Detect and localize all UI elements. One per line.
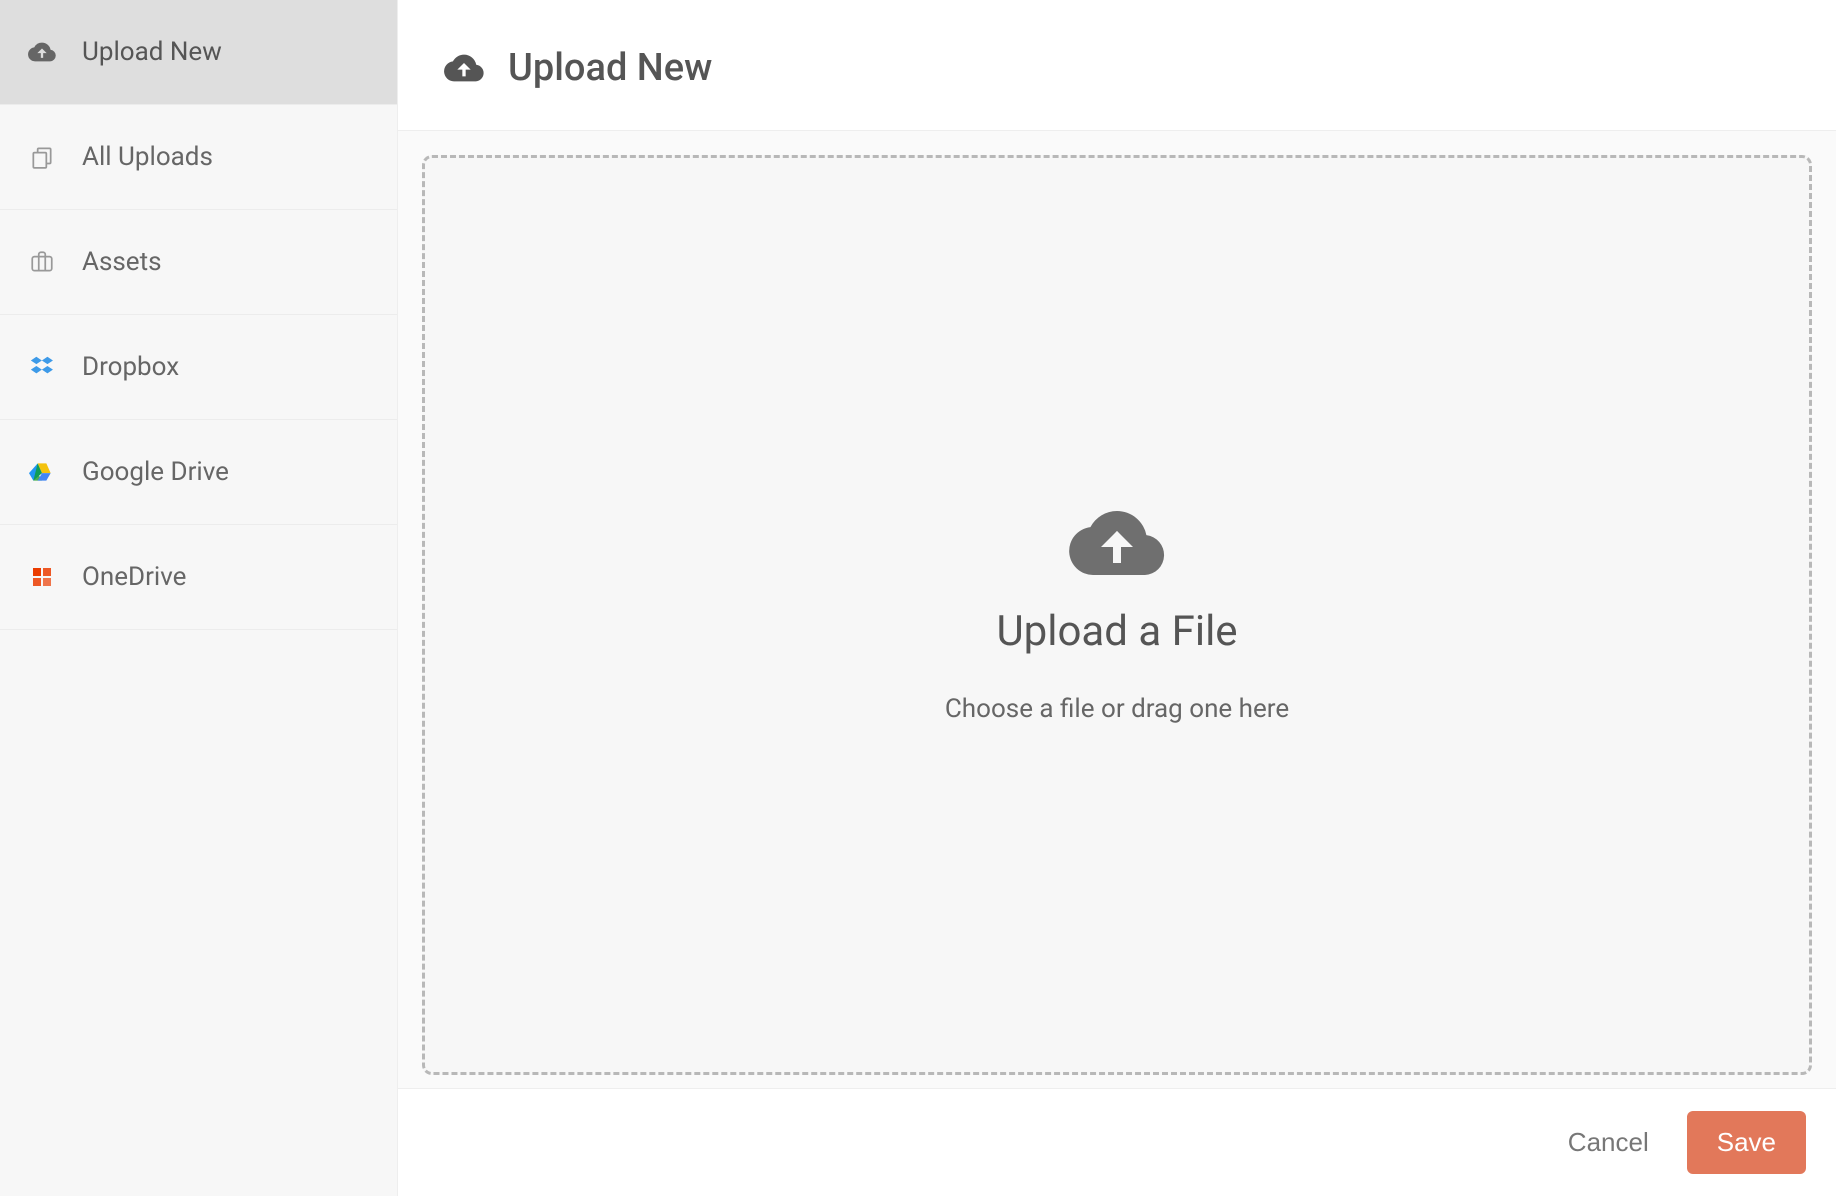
sidebar-item-dropbox[interactable]: Dropbox	[0, 315, 397, 420]
footer-actions: Cancel Save	[398, 1088, 1836, 1196]
sidebar-item-google-drive[interactable]: Google Drive	[0, 420, 397, 525]
sidebar-item-label: Upload New	[82, 37, 222, 67]
page-header: Upload New	[398, 0, 1836, 131]
copy-icon	[28, 143, 56, 171]
main-panel: Upload New Upload a File Choose a file o…	[398, 0, 1836, 1196]
dropzone-subtitle: Choose a file or drag one here	[945, 694, 1289, 724]
save-button[interactable]: Save	[1687, 1111, 1806, 1174]
cloud-upload-icon	[28, 38, 56, 66]
sidebar-item-label: All Uploads	[82, 142, 213, 172]
dropbox-icon	[28, 353, 56, 381]
sidebar-item-label: Dropbox	[82, 352, 179, 382]
cloud-upload-icon	[444, 48, 484, 88]
sidebar-item-all-uploads[interactable]: All Uploads	[0, 105, 397, 210]
sidebar-item-assets[interactable]: Assets	[0, 210, 397, 315]
briefcase-icon	[28, 248, 56, 276]
google-drive-icon	[28, 458, 56, 486]
file-dropzone[interactable]: Upload a File Choose a file or drag one …	[422, 155, 1812, 1075]
cancel-button[interactable]: Cancel	[1560, 1115, 1657, 1170]
onedrive-icon	[28, 563, 56, 591]
cloud-upload-large-icon	[1069, 507, 1165, 579]
sidebar: Upload New All Uploads Assets	[0, 0, 398, 1196]
sidebar-item-upload-new[interactable]: Upload New	[0, 0, 397, 105]
sidebar-item-onedrive[interactable]: OneDrive	[0, 525, 397, 630]
sidebar-item-label: Google Drive	[82, 457, 229, 487]
page-title: Upload New	[508, 46, 712, 90]
sidebar-item-label: OneDrive	[82, 562, 186, 592]
content-area: Upload a File Choose a file or drag one …	[398, 131, 1836, 1088]
sidebar-item-label: Assets	[82, 247, 162, 277]
dropzone-title: Upload a File	[996, 607, 1237, 656]
app-root: Upload New All Uploads Assets	[0, 0, 1836, 1196]
